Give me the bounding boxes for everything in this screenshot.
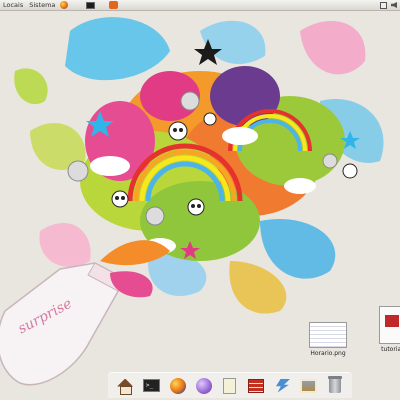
firefox-icon[interactable] xyxy=(60,1,69,9)
document-file-icon xyxy=(379,306,400,344)
terminal-icon[interactable] xyxy=(86,1,96,9)
dock-orb[interactable] xyxy=(195,377,213,395)
dock-firefox[interactable] xyxy=(169,377,187,395)
ubuntu-icon[interactable] xyxy=(109,1,119,9)
firefox-icon xyxy=(169,377,186,394)
bolt-app-icon xyxy=(276,378,291,393)
dock-photo[interactable] xyxy=(300,377,318,395)
dock-notes[interactable] xyxy=(221,377,239,395)
menu-places[interactable]: Locais xyxy=(0,0,26,11)
desktop-file-horario[interactable]: Horario.png xyxy=(302,322,354,357)
dock-brick[interactable] xyxy=(247,377,265,395)
top-panel: Locais Sistema xyxy=(0,0,400,11)
notes-icon xyxy=(223,377,237,394)
purple-orb-icon xyxy=(195,377,212,394)
image-file-icon xyxy=(309,322,347,348)
desktop-file-label: Horario.png xyxy=(310,350,346,357)
dock-trash[interactable] xyxy=(326,376,344,395)
terminal-icon: >_ xyxy=(142,379,160,392)
menu-system[interactable]: Sistema xyxy=(26,0,58,11)
home-folder-icon xyxy=(117,379,133,395)
desktop-file-label: tutorial xyxy=(381,346,400,353)
network-icon[interactable] xyxy=(380,1,387,9)
dock-bolt[interactable] xyxy=(273,377,291,395)
dock-home[interactable] xyxy=(116,377,134,395)
dock: >_ xyxy=(108,372,352,398)
dock-terminal[interactable]: >_ xyxy=(142,377,160,395)
volume-icon[interactable] xyxy=(391,2,397,8)
desktop-file-tutorial[interactable]: tutorial xyxy=(372,306,400,353)
photo-viewer-icon xyxy=(300,378,318,393)
trash-icon xyxy=(327,376,342,393)
brick-game-icon xyxy=(248,378,265,393)
